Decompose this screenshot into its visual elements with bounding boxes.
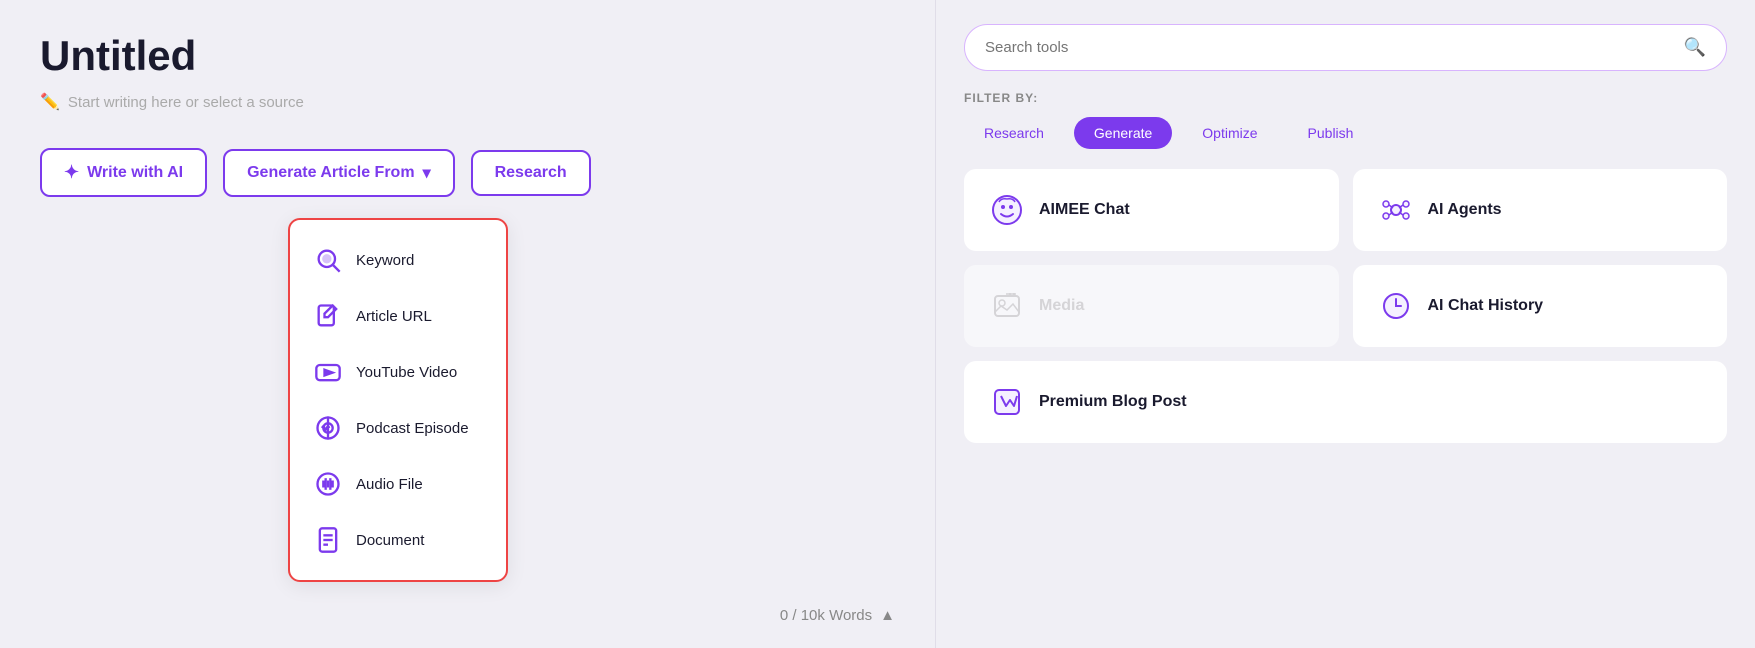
podcast-label: Podcast Episode (356, 420, 469, 437)
pill-publish[interactable]: Publish (1288, 117, 1374, 149)
mic-icon (314, 414, 342, 442)
search-input[interactable] (985, 39, 1676, 56)
search-bar: 🔍 (964, 24, 1727, 71)
media-label: Media (1039, 297, 1084, 315)
filter-label: FILTER BY: (964, 91, 1727, 105)
document-label: Document (356, 532, 424, 549)
audio-label: Audio File (356, 476, 423, 493)
right-panel: 🔍 FILTER BY: Research Generate Optimize … (935, 0, 1755, 648)
toolbar-row: ✦ Write with AI Generate Article From ▾ … (40, 148, 895, 197)
chevron-down-icon: ▾ (423, 163, 431, 183)
write-with-ai-button[interactable]: ✦ Write with AI (40, 148, 207, 197)
left-panel: Untitled ✏️ Start writing here or select… (0, 0, 935, 648)
subtitle-row: ✏️ Start writing here or select a source (40, 92, 895, 112)
generate-dropdown-menu: Keyword Article URL Yo (288, 218, 508, 582)
tool-card-premium-blog-post[interactable]: Premium Blog Post (964, 361, 1727, 443)
search-icon: 🔍 (1684, 37, 1706, 58)
word-count: 0 / 10k Words ▲ (780, 607, 895, 624)
filter-pills: Research Generate Optimize Publish (964, 117, 1727, 149)
aimee-chat-label: AIMEE Chat (1039, 201, 1130, 219)
history-icon (1378, 288, 1414, 324)
tool-card-media: Media (964, 265, 1339, 347)
play-icon (314, 358, 342, 386)
dropdown-item-article-url[interactable]: Article URL (290, 288, 506, 344)
sparkle-icon: ✦ (64, 162, 79, 183)
research-label: Research (495, 164, 567, 182)
write-with-ai-label: Write with AI (87, 164, 183, 182)
dropdown-item-youtube[interactable]: YouTube Video (290, 344, 506, 400)
tool-card-ai-agents[interactable]: AI Agents (1353, 169, 1728, 251)
word-count-value: 0 / 10k Words (780, 607, 872, 624)
tool-card-ai-chat-history[interactable]: AI Chat History (1353, 265, 1728, 347)
generate-label: Generate Article From (247, 164, 414, 182)
pill-research[interactable]: Research (964, 117, 1064, 149)
aimee-icon (989, 192, 1025, 228)
media-icon (989, 288, 1025, 324)
ai-agents-icon (1378, 192, 1414, 228)
generate-article-button[interactable]: Generate Article From ▾ (223, 149, 455, 197)
page-title: Untitled (40, 32, 895, 80)
dropdown-item-keyword[interactable]: Keyword (290, 232, 506, 288)
ai-agents-label: AI Agents (1428, 201, 1502, 219)
dropdown-item-audio[interactable]: Audio File (290, 456, 506, 512)
pill-generate[interactable]: Generate (1074, 117, 1172, 149)
subtitle-text: Start writing here or select a source (68, 94, 304, 111)
filter-section: FILTER BY: Research Generate Optimize Pu… (964, 91, 1727, 149)
tool-card-aimee-chat[interactable]: AIMEE Chat (964, 169, 1339, 251)
youtube-label: YouTube Video (356, 364, 457, 381)
pill-optimize[interactable]: Optimize (1182, 117, 1277, 149)
tools-grid: AIMEE Chat AI Agents (964, 169, 1727, 443)
research-button[interactable]: Research (471, 150, 591, 196)
premium-blog-post-label: Premium Blog Post (1039, 393, 1187, 411)
premium-icon (989, 384, 1025, 420)
ai-chat-history-label: AI Chat History (1428, 297, 1544, 315)
dropdown-item-document[interactable]: Document (290, 512, 506, 568)
pencil-icon: ✏️ (40, 92, 60, 112)
article-url-label: Article URL (356, 308, 432, 325)
edit-doc-icon (314, 302, 342, 330)
search-circle-icon (314, 246, 342, 274)
doc-icon (314, 526, 342, 554)
keyword-label: Keyword (356, 252, 414, 269)
chevron-up-icon: ▲ (880, 607, 895, 624)
dropdown-item-podcast[interactable]: Podcast Episode (290, 400, 506, 456)
audio-wave-icon (314, 470, 342, 498)
